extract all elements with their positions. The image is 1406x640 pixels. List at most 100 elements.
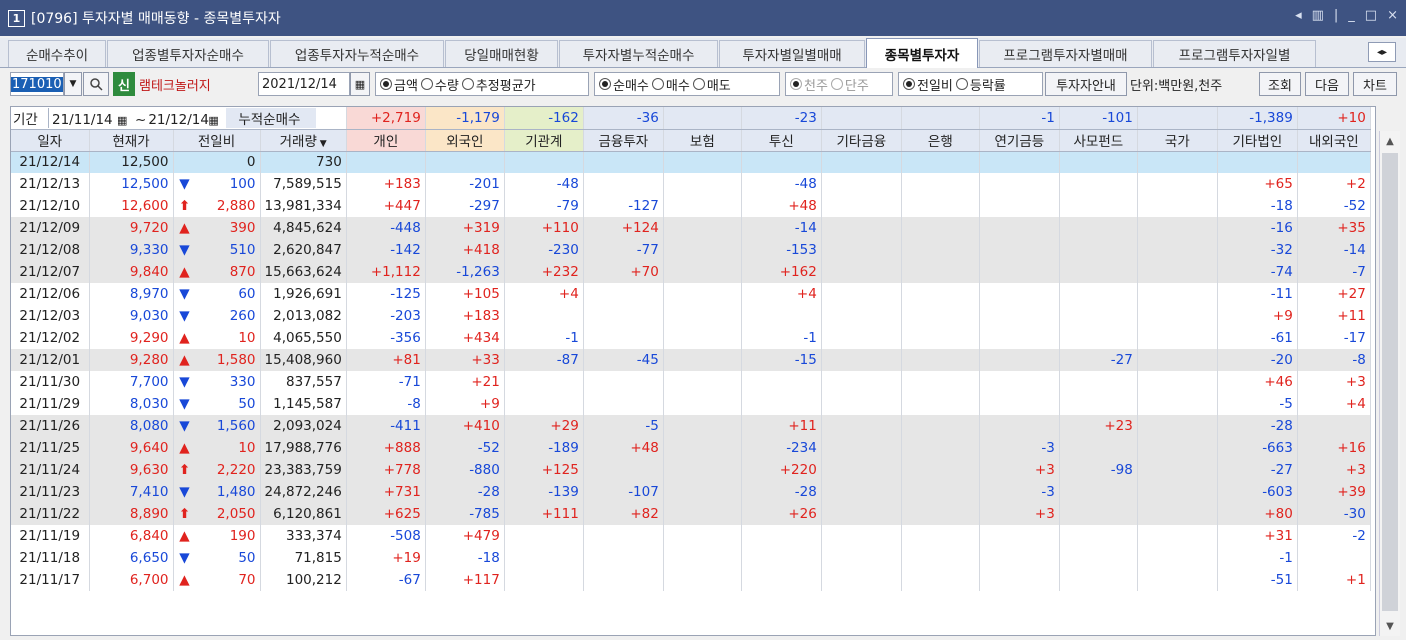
column-header[interactable]: 기타법인 <box>1217 129 1298 152</box>
investor-cell: -603 <box>1217 481 1298 503</box>
investor-cell <box>663 481 742 503</box>
column-header[interactable]: 금융투자 <box>583 129 664 152</box>
investor-cell: +9 <box>425 393 505 415</box>
credit-badge: 신 <box>113 72 135 96</box>
investor-cell <box>901 195 980 217</box>
table-row[interactable]: 21/12/08 9,330 ▼ 510 2,620,847 -142 +418 -230 -7… <box>11 239 1371 261</box>
column-header[interactable]: 개인 <box>346 129 426 152</box>
layout-icon[interactable]: ▥ <box>1312 8 1324 23</box>
column-header[interactable]: 은행 <box>901 129 980 152</box>
scroll-up-icon[interactable]: ▲ <box>1380 131 1400 151</box>
close-icon[interactable]: × <box>1387 8 1398 23</box>
radio-prev-diff[interactable]: 전일비 <box>903 75 953 94</box>
investor-cell <box>741 393 822 415</box>
investor-cell: -52 <box>1297 195 1371 217</box>
table-row[interactable]: 21/12/13 12,500 ▼ 100 7,589,515 +183 -201 -48 -4… <box>11 173 1371 195</box>
radio-sell[interactable]: 매도 <box>692 75 731 94</box>
column-dropdown-icon[interactable]: ▼ <box>317 139 327 149</box>
range-to-field[interactable]: 21/12/14 <box>146 112 209 128</box>
investor-cell <box>504 393 584 415</box>
column-header[interactable]: 기타금융 <box>821 129 902 152</box>
table-row[interactable]: 21/11/17 6,700 ▲ 70 100,212 -67 +117 -51 +1 <box>11 569 1371 591</box>
radio-net-buy[interactable]: 순매수 <box>599 75 649 94</box>
volume-cell: 2,013,082 <box>260 305 347 327</box>
radio-single-shares[interactable]: 단주 <box>830 75 869 94</box>
chart-button[interactable]: 차트 <box>1353 72 1397 96</box>
radio-thousand-shares[interactable]: 천주 <box>790 75 828 94</box>
tab-0[interactable]: 순매수추이 <box>8 40 106 67</box>
table-row[interactable]: 21/11/24 9,630 ⬆ 2,220 23,383,759 +778 -880 +12… <box>11 459 1371 481</box>
calendar-from-icon[interactable]: ▦ <box>117 114 135 127</box>
change-value: 330 <box>229 374 256 390</box>
column-header[interactable]: 전일비 <box>173 129 261 152</box>
investor-cell: -1 <box>504 327 584 349</box>
tab-8[interactable]: 프로그램투자자일별 <box>1153 40 1316 67</box>
table-row[interactable]: 21/11/30 7,700 ▼ 330 837,557 -71 +21 +46 +3 <box>11 371 1371 393</box>
column-header[interactable]: 국가 <box>1137 129 1218 152</box>
column-header[interactable]: 외국인 <box>425 129 505 152</box>
search-icon[interactable] <box>83 72 109 96</box>
vertical-scrollbar[interactable]: ▲ ▼ <box>1379 131 1400 636</box>
table-row[interactable]: 21/11/19 6,840 ▲ 190 333,374 -508 +479 +31 -2 <box>11 525 1371 547</box>
maximize-icon[interactable]: □ <box>1365 8 1377 23</box>
date-cell: 21/11/26 <box>11 415 90 437</box>
range-from-field[interactable]: 21/11/14 <box>49 112 117 128</box>
scroll-down-icon[interactable]: ▼ <box>1380 616 1400 636</box>
radio-amount[interactable]: 금액 <box>380 75 418 94</box>
table-row[interactable]: 21/12/09 9,720 ▲ 390 4,845,624 -448 +319 +110 +1… <box>11 217 1371 239</box>
investor-cell <box>1059 481 1138 503</box>
date-field[interactable]: 2021/12/14 <box>258 72 350 96</box>
minimize-icon[interactable]: _ <box>1348 8 1355 23</box>
radio-quantity[interactable]: 수량 <box>420 75 459 94</box>
down-arrow-icon: ▼ <box>179 308 190 324</box>
investor-guide-button[interactable]: 투자자안내 <box>1045 72 1127 96</box>
tab-4[interactable]: 투자자별누적순매수 <box>559 40 718 67</box>
tab-6[interactable]: 종목별투자자 <box>866 38 978 68</box>
date-cell: 21/11/30 <box>11 371 90 393</box>
table-row[interactable]: 21/12/06 8,970 ▼ 60 1,926,691 -125 +105 +4 +4 -11… <box>11 283 1371 305</box>
table-row[interactable]: 21/12/07 9,840 ▲ 870 15,663,624 +1,112 -1,263 +… <box>11 261 1371 283</box>
column-header[interactable]: 내외국인 <box>1297 129 1371 152</box>
tab-scroll-arrows-icon[interactable]: ◂▸ <box>1368 42 1396 62</box>
radio-buy[interactable]: 매수 <box>651 75 690 94</box>
table-row[interactable]: 21/12/02 9,290 ▲ 10 4,065,550 -356 +434 -1 -1 -61… <box>11 327 1371 349</box>
column-header[interactable]: 사모펀드 <box>1059 129 1138 152</box>
column-header[interactable]: 거래량 ▼ <box>260 129 347 152</box>
column-header[interactable]: 현재가 <box>89 129 174 152</box>
calendar-to-icon[interactable]: ▦ <box>208 114 226 127</box>
date-cell: 21/12/03 <box>11 305 90 327</box>
column-header[interactable]: 보험 <box>663 129 742 152</box>
table-row[interactable]: 21/11/23 7,410 ▼ 1,480 24,872,246 +731 -28 -139… <box>11 481 1371 503</box>
query-button[interactable]: 조회 <box>1259 72 1301 96</box>
change-value: 60 <box>238 286 256 302</box>
tab-3[interactable]: 당일매매현황 <box>445 40 558 67</box>
date-cell: 21/12/06 <box>11 283 90 305</box>
table-row[interactable]: 21/12/03 9,030 ▼ 260 2,013,082 -203 +183 +9 +11 <box>11 305 1371 327</box>
prev-window-icon[interactable]: ◂ <box>1295 8 1302 23</box>
table-row[interactable]: 21/11/26 8,080 ▼ 1,560 2,093,024 -411 +410 +29-… <box>11 415 1371 437</box>
table-row[interactable]: 21/11/22 8,890 ⬆ 2,050 6,120,861 +625 -785 +111… <box>11 503 1371 525</box>
radio-change-rate[interactable]: 등락률 <box>955 75 1006 94</box>
column-header[interactable]: 기관계 <box>504 129 584 152</box>
table-row[interactable]: 21/11/29 8,030 ▼ 50 1,145,587 -8 +9 -5 +4 <box>11 393 1371 415</box>
column-header[interactable]: 연기금등 <box>979 129 1060 152</box>
price-cell: 12,500 <box>89 173 174 195</box>
stock-code-field[interactable]: 171010 <box>10 72 64 96</box>
table-row[interactable]: 21/12/10 12,600 ⬆ 2,880 13,981,334 +447 -297 -7… <box>11 195 1371 217</box>
column-header[interactable]: 일자 <box>11 129 90 152</box>
table-row[interactable]: 21/11/25 9,640 ▲ 10 17,988,776 +888 -52 -189 +48… <box>11 437 1371 459</box>
calendar-icon[interactable]: ▦ <box>350 72 370 96</box>
table-row[interactable]: 21/11/18 6,650 ▼ 50 71,815 +19 -18 -1 <box>11 547 1371 569</box>
scroll-thumb[interactable] <box>1382 153 1398 611</box>
tab-2[interactable]: 업종투자자누적순매수 <box>270 40 444 67</box>
table-row[interactable]: 21/12/14 12,500 0 730 <box>11 151 1371 173</box>
table-row[interactable]: 21/12/01 9,280 ▲ 1,580 15,408,960 +81 +33 -87 -4… <box>11 349 1371 371</box>
investor-cell <box>901 459 980 481</box>
tab-5[interactable]: 투자자별일별매매 <box>719 40 865 67</box>
column-header[interactable]: 투신 <box>741 129 822 152</box>
radio-avg-price[interactable]: 추정평균가 <box>461 75 536 94</box>
tab-1[interactable]: 업종별투자자순매수 <box>107 40 269 67</box>
tab-7[interactable]: 프로그램투자자별매매 <box>979 40 1152 67</box>
next-button[interactable]: 다음 <box>1305 72 1349 96</box>
code-dropdown-icon[interactable]: ▼ <box>64 72 82 96</box>
